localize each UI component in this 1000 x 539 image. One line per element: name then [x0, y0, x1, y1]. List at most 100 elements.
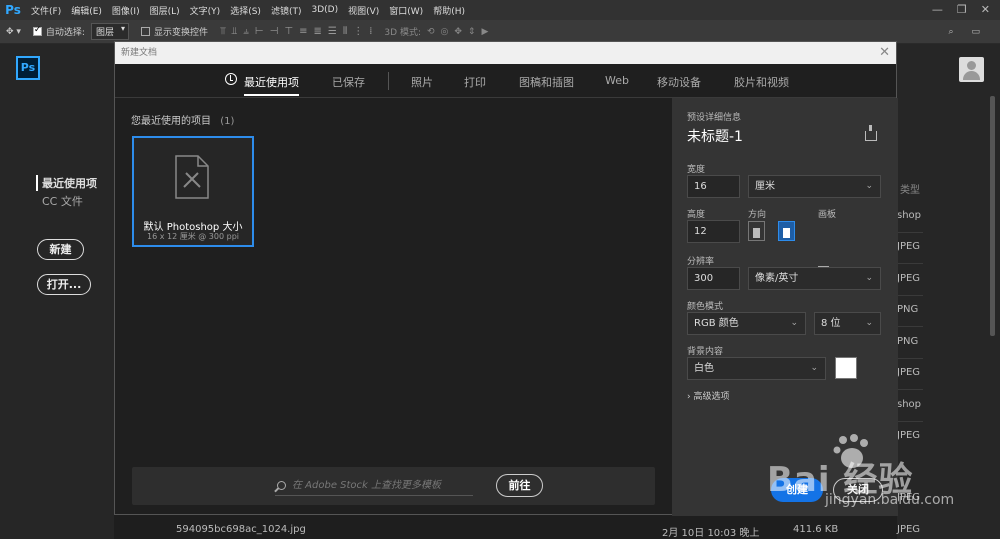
tab-web[interactable]: Web: [605, 74, 629, 87]
distribute-bottom-icon[interactable]: ☰: [328, 26, 337, 37]
auto-select-checkbox[interactable]: [32, 25, 42, 36]
resolution-unit-value: 像素/英寸: [755, 273, 799, 284]
menu-edit[interactable]: 编辑(E): [66, 4, 107, 17]
baidu-watermark: Bai 经验 jingyan.baidu.com: [745, 430, 955, 520]
portrait-orientation-icon[interactable]: [748, 221, 765, 241]
width-unit-dropdown[interactable]: 厘米 ⌄: [748, 175, 881, 198]
align-vcenter-icon[interactable]: ⫫: [232, 26, 238, 37]
workspace-icon[interactable]: ▭: [971, 27, 980, 37]
tab-photo[interactable]: 照片: [411, 74, 433, 90]
window-close-icon[interactable]: ✕: [981, 0, 990, 20]
width-unit-value: 厘米: [755, 181, 775, 192]
nav-recent[interactable]: 最近使用项: [36, 175, 97, 191]
resolution-unit-dropdown[interactable]: 像素/英寸 ⌄: [748, 267, 881, 290]
restore-icon[interactable]: ❐: [957, 0, 967, 20]
list-divider: [897, 232, 923, 233]
3d-mode-label: 3D 模式:: [384, 28, 421, 38]
distribute-top-icon[interactable]: ≡: [299, 26, 307, 37]
distribute-hcenter-icon[interactable]: ⋮: [353, 26, 363, 37]
bg-content-dropdown[interactable]: 白色 ⌄: [687, 357, 826, 380]
align-left-icon[interactable]: ⊢: [255, 26, 264, 37]
new-button[interactable]: 新建: [37, 239, 84, 260]
recent-count: (1): [220, 116, 235, 127]
tab-art-illustration[interactable]: 图稿和插图: [519, 74, 574, 90]
width-input[interactable]: 16: [687, 175, 740, 198]
dialog-close-icon[interactable]: ✕: [879, 42, 890, 64]
list-item-type: shop: [897, 210, 922, 221]
tab-recent[interactable]: 最近使用项: [244, 74, 299, 96]
chevron-right-icon: ›: [687, 392, 691, 402]
minimize-icon[interactable]: —: [932, 0, 943, 20]
list-divider: [897, 421, 923, 422]
recent-heading: 您最近使用的项目 (1): [131, 112, 234, 127]
preset-tabs: 最近使用项 已保存 照片 打印 图稿和插图 Web 移动设备 胶片和视频: [115, 64, 896, 98]
menu-view[interactable]: 视图(V): [343, 4, 384, 17]
align-hcenter-icon[interactable]: ⊣: [270, 26, 279, 37]
list-item-type: JPEG: [897, 367, 921, 378]
color-mode-dropdown[interactable]: RGB 颜色 ⌄: [687, 312, 806, 335]
menu-help[interactable]: 帮助(H): [428, 4, 470, 17]
search-icon-top[interactable]: ⌕: [948, 27, 953, 37]
align-bottom-icon[interactable]: ⫨: [243, 26, 249, 37]
menu-select[interactable]: 选择(S): [225, 4, 266, 17]
menu-window[interactable]: 窗口(W): [384, 4, 428, 17]
menu-layer[interactable]: 图层(L): [145, 4, 185, 17]
landscape-orientation-icon[interactable]: [778, 221, 795, 241]
auto-select-label: 自动选择:: [45, 28, 85, 38]
preset-card-default[interactable]: 默认 Photoshop 大小 16 x 12 厘米 @ 300 ppi: [132, 136, 254, 247]
show-transform-checkbox[interactable]: [140, 27, 150, 36]
chevron-down-icon: ⌄: [865, 181, 873, 191]
open-button[interactable]: 打开...: [37, 274, 91, 295]
bg-color-swatch[interactable]: [835, 357, 857, 379]
advanced-options-toggle[interactable]: › 高级选项: [687, 389, 730, 402]
user-avatar-icon[interactable]: [959, 57, 984, 82]
align-top-icon[interactable]: ⫪: [220, 26, 226, 37]
menu-bar: Ps 文件(F) 编辑(E) 图像(I) 图层(L) 文字(Y) 选择(S) 滤…: [0, 0, 1000, 20]
menu-file[interactable]: 文件(F): [26, 4, 66, 17]
app-logo: Ps: [5, 3, 21, 17]
bg-content-value: 白色: [694, 363, 714, 374]
table-row[interactable]: 594095bc698ac_1024.jpg 2月 10日 10:03 晚上 4…: [114, 520, 920, 539]
menu-type[interactable]: 文字(Y): [185, 4, 226, 17]
height-input[interactable]: 12: [687, 220, 740, 243]
chevron-down-icon: ⌄: [865, 318, 873, 328]
chevron-down-icon: ⌄: [790, 318, 798, 328]
stock-search-input[interactable]: 在 Adobe Stock 上查找更多模板: [275, 476, 473, 496]
preset-size: 16 x 12 厘米 @ 300 ppi: [147, 232, 239, 241]
menu-filter[interactable]: 滤镜(T): [266, 4, 307, 17]
menu-image[interactable]: 图像(I): [107, 4, 145, 17]
resolution-input[interactable]: 300: [687, 267, 740, 290]
list-item-type: PNG: [897, 336, 919, 347]
details-heading: 预设详细信息: [687, 113, 742, 123]
save-preset-icon[interactable]: [865, 125, 877, 141]
dialog-titlebar: 新建文档 ✕: [115, 42, 896, 64]
tab-saved[interactable]: 已保存: [332, 74, 365, 90]
auto-select-dropdown[interactable]: 图层: [90, 23, 129, 40]
menu-3d[interactable]: 3D(D): [306, 5, 343, 15]
distribute-left-icon[interactable]: ⦀: [343, 26, 347, 37]
align-icons: ⫪ ⫫ ⫨ ⊢ ⊣ ⊤ ≡ ≣ ☰ ⦀ ⋮ ⁞: [214, 26, 378, 37]
nav-cc-files[interactable]: CC 文件: [42, 193, 83, 209]
document-name-field[interactable]: 未标题-1: [687, 126, 743, 146]
scrollbar[interactable]: [990, 96, 995, 336]
distribute-right-icon[interactable]: ⁞: [369, 26, 372, 37]
chevron-down-icon: ⌄: [865, 273, 873, 283]
3d-mode-icons[interactable]: ⟲◎✥⇕▶: [427, 27, 494, 37]
start-ps-logo: Ps: [16, 56, 40, 80]
bit-depth-dropdown[interactable]: 8 位 ⌄: [814, 312, 881, 335]
chevron-down-icon: ⌄: [810, 363, 818, 373]
type-column-header[interactable]: 类型: [900, 181, 920, 196]
tab-mobile[interactable]: 移动设备: [657, 74, 701, 90]
width-label: 宽度: [687, 165, 706, 175]
go-button[interactable]: 前往: [496, 474, 543, 497]
tab-print[interactable]: 打印: [464, 74, 486, 90]
align-right-icon[interactable]: ⊤: [284, 26, 293, 37]
orientation-label: 方向: [748, 210, 767, 220]
height-label: 高度: [687, 210, 706, 220]
color-mode-value: RGB 颜色: [694, 318, 739, 329]
color-mode-label: 颜色模式: [687, 302, 724, 312]
move-tool-icon[interactable]: ✥ ▾: [0, 27, 27, 37]
clock-icon: [225, 73, 237, 85]
tab-film-video[interactable]: 胶片和视频: [734, 74, 789, 90]
distribute-center-icon[interactable]: ≣: [313, 26, 321, 37]
